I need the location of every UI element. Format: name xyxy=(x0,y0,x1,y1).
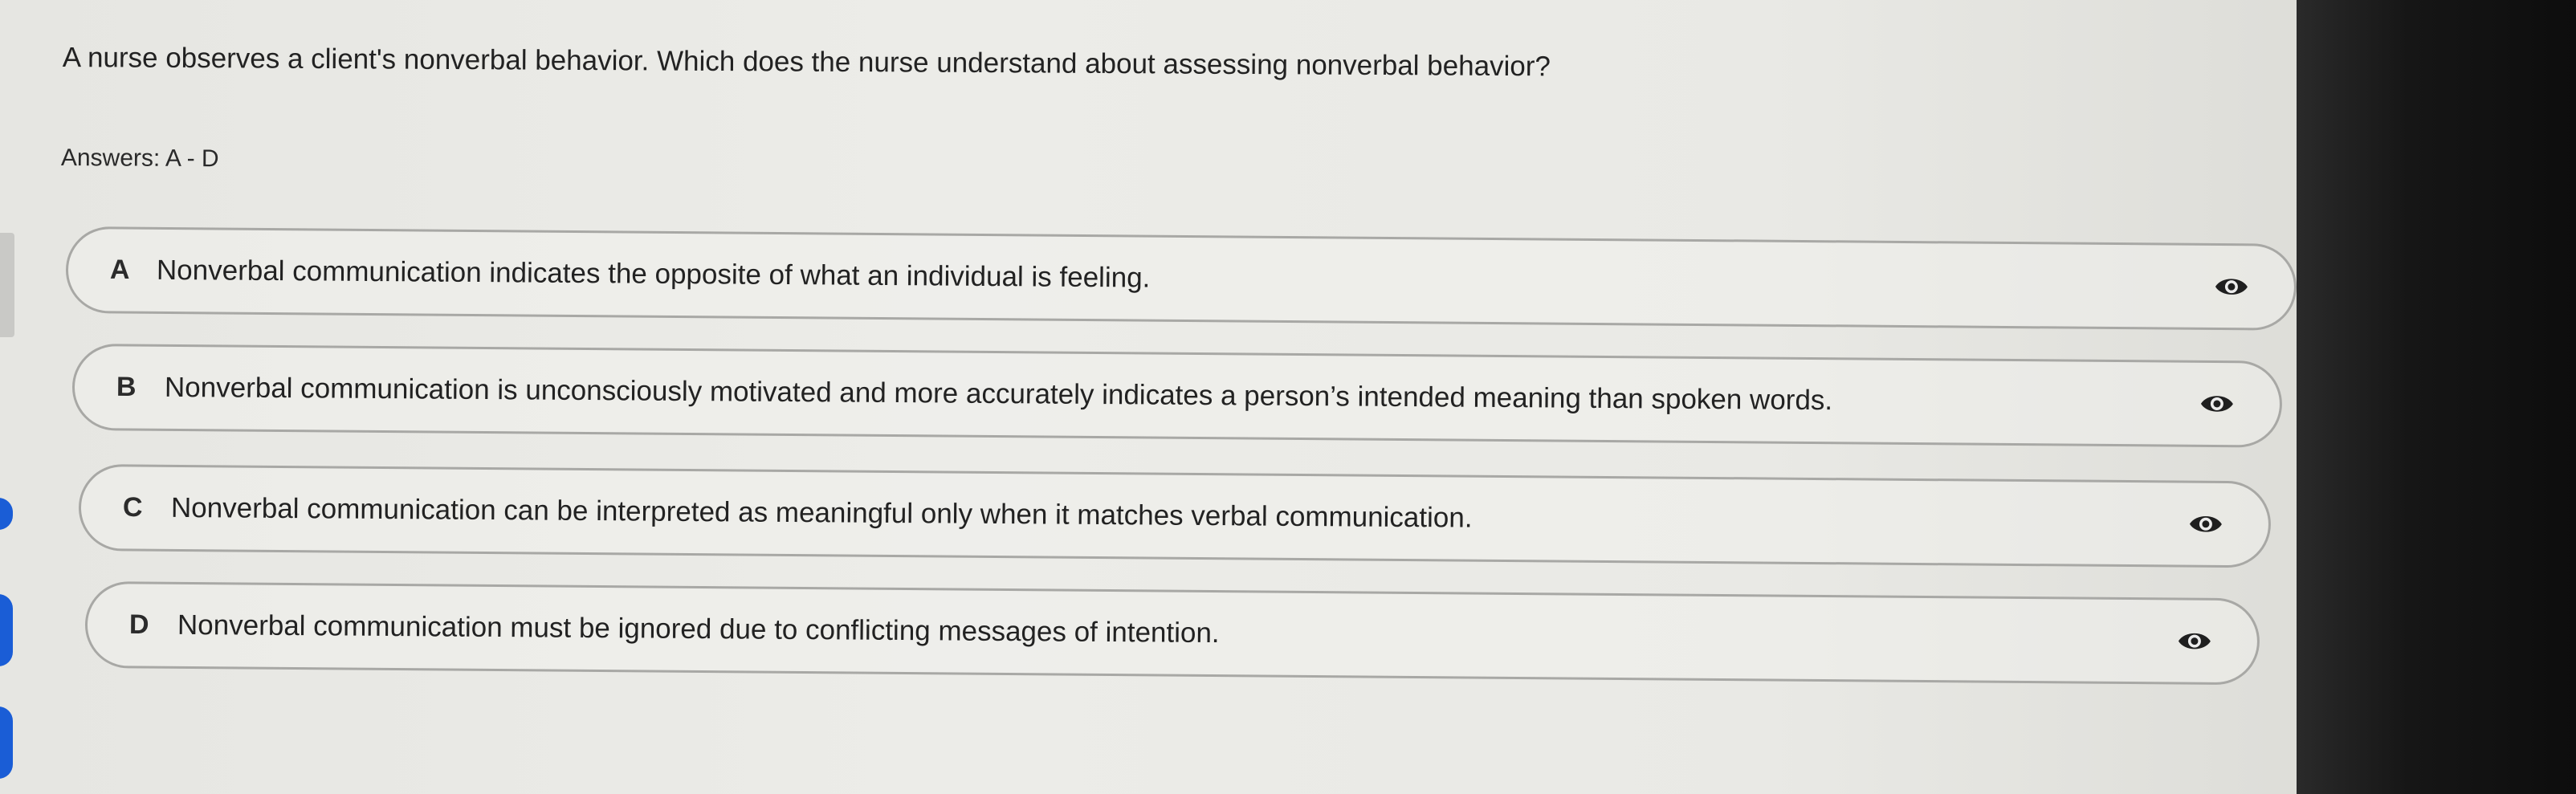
option-a[interactable]: A Nonverbal communication indicates the … xyxy=(65,226,2297,331)
question-text: A nurse observes a client's nonverbal be… xyxy=(62,42,1551,83)
option-letter: B xyxy=(116,371,137,403)
option-d[interactable]: D Nonverbal communication must be ignore… xyxy=(84,581,2260,686)
option-b[interactable]: B Nonverbal communication is unconscious… xyxy=(71,344,2283,448)
option-text: Nonverbal communication must be ignored … xyxy=(177,609,1220,649)
option-text: Nonverbal communication is unconsciously… xyxy=(164,371,1833,417)
option-letter: C xyxy=(122,491,143,523)
scroll-indicator[interactable] xyxy=(0,233,14,337)
side-tab[interactable] xyxy=(0,498,13,530)
option-letter: A xyxy=(109,254,130,286)
eye-icon[interactable] xyxy=(2199,392,2235,416)
answers-label: Answers: A - D xyxy=(60,145,219,173)
option-c[interactable]: C Nonverbal communication can be interpr… xyxy=(78,464,2272,568)
option-text: Nonverbal communication can be interpret… xyxy=(170,491,1473,534)
eye-icon[interactable] xyxy=(2177,629,2212,653)
side-tab[interactable] xyxy=(0,594,13,666)
monitor-bezel xyxy=(2297,0,2576,794)
eye-icon[interactable] xyxy=(2188,512,2223,536)
side-tab[interactable] xyxy=(0,706,13,779)
quiz-screen: A nurse observes a client's nonverbal be… xyxy=(0,0,2361,794)
eye-icon[interactable] xyxy=(2214,275,2249,299)
option-letter: D xyxy=(128,609,149,641)
option-text: Nonverbal communication indicates the op… xyxy=(156,254,1151,294)
